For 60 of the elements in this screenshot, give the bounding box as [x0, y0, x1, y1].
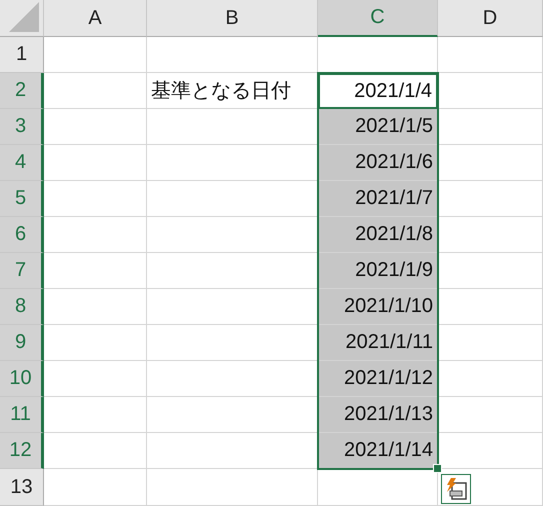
table-cell[interactable]	[44, 433, 147, 469]
row-header[interactable]: 4	[0, 145, 44, 181]
row-header[interactable]: 10	[0, 361, 44, 397]
column-header[interactable]: D	[438, 0, 543, 37]
table-cell[interactable]	[44, 145, 147, 181]
row-header[interactable]: 11	[0, 397, 44, 433]
table-cell[interactable]	[44, 397, 147, 433]
column-header[interactable]: A	[44, 0, 147, 37]
table-cell[interactable]	[44, 37, 147, 73]
table-cell[interactable]	[44, 469, 147, 506]
row-header[interactable]: 2	[0, 73, 44, 109]
table-cell[interactable]: 2021/1/6	[318, 145, 438, 181]
table-cell[interactable]	[44, 217, 147, 253]
table-cell[interactable]: 基準となる日付	[147, 73, 318, 109]
row-header[interactable]: 9	[0, 325, 44, 361]
table-cell[interactable]: 2021/1/11	[318, 325, 438, 361]
table-cell[interactable]	[438, 145, 543, 181]
table-cell[interactable]: 2021/1/12	[318, 361, 438, 397]
table-cell[interactable]	[44, 253, 147, 289]
table-cell[interactable]	[147, 37, 318, 73]
table-cell[interactable]	[438, 469, 543, 506]
table-cell[interactable]: 2021/1/14	[318, 433, 438, 469]
table-cell[interactable]	[438, 109, 543, 145]
table-cell[interactable]	[438, 397, 543, 433]
table-cell[interactable]	[438, 73, 543, 109]
table-cell[interactable]	[147, 469, 318, 506]
table-cell[interactable]: 2021/1/9	[318, 253, 438, 289]
table-cell[interactable]: 2021/1/13	[318, 397, 438, 433]
table-cell[interactable]: 2021/1/8	[318, 217, 438, 253]
table-cell[interactable]	[44, 73, 147, 109]
row-header[interactable]: 6	[0, 217, 44, 253]
lightning-box-icon	[444, 477, 468, 501]
triangle-icon	[9, 2, 39, 32]
table-cell[interactable]	[44, 361, 147, 397]
column-header[interactable]: B	[147, 0, 318, 37]
row-header[interactable]: 12	[0, 433, 44, 469]
table-cell[interactable]	[438, 325, 543, 361]
table-cell[interactable]	[438, 37, 543, 73]
column-header[interactable]: C	[318, 0, 438, 37]
row-header[interactable]: 1	[0, 37, 44, 73]
table-cell[interactable]	[44, 325, 147, 361]
table-cell[interactable]	[44, 181, 147, 217]
row-header[interactable]: 5	[0, 181, 44, 217]
fill-handle[interactable]	[433, 464, 442, 473]
row-header[interactable]: 8	[0, 289, 44, 325]
row-header[interactable]: 7	[0, 253, 44, 289]
table-cell[interactable]	[438, 361, 543, 397]
quick-analysis-button[interactable]	[441, 474, 471, 504]
row-header[interactable]: 3	[0, 109, 44, 145]
table-cell[interactable]	[438, 217, 543, 253]
table-cell[interactable]: 2021/1/10	[318, 289, 438, 325]
table-cell[interactable]	[438, 289, 543, 325]
table-cell[interactable]	[438, 181, 543, 217]
table-cell[interactable]	[44, 109, 147, 145]
table-cell[interactable]: 2021/1/5	[318, 109, 438, 145]
row-header[interactable]: 13	[0, 469, 44, 506]
table-cell[interactable]	[438, 253, 543, 289]
table-cell[interactable]	[44, 289, 147, 325]
table-cell[interactable]: 2021/1/7	[318, 181, 438, 217]
select-all-button[interactable]	[0, 0, 44, 37]
